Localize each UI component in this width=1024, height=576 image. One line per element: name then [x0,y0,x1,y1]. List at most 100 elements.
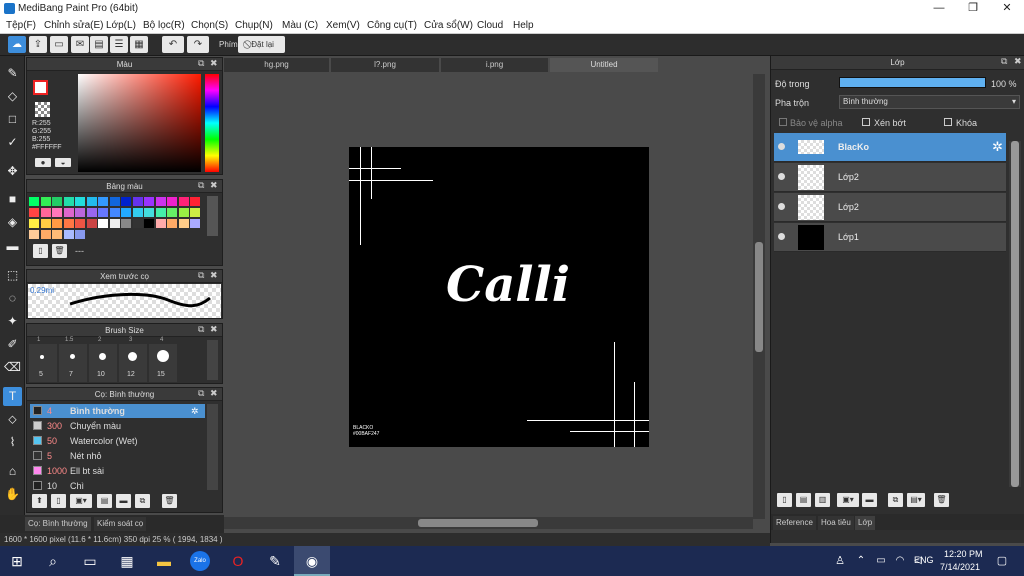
size-1[interactable]: 1 [37,337,40,343]
palette-swatch[interactable] [132,219,143,228]
layer-item[interactable]: BlacKo ✲ [774,133,1006,162]
new-brush-icon[interactable]: ▯ [51,494,66,508]
color-add-button[interactable]: ● [35,158,51,167]
palette-swatch[interactable] [167,197,177,206]
palette-swatch[interactable] [52,197,62,206]
layer-item[interactable]: Lớp2 [774,193,1006,222]
palette-swatch[interactable] [121,208,131,217]
menu-color[interactable]: Màu (C) [282,20,318,31]
palette-swatch[interactable] [40,197,51,206]
popout-icon[interactable]: ⧉ [198,388,204,399]
palette-swatch[interactable] [178,197,189,206]
vertical-scroll-thumb[interactable] [755,242,763,352]
tab-layer[interactable]: Lớp [855,516,876,530]
gradient-tool-icon[interactable]: ▬ [3,237,22,256]
popout-icon[interactable]: ⧉ [1001,56,1007,67]
palette-swatch[interactable] [52,208,62,217]
palette-scrollbar[interactable] [207,196,218,236]
size-3[interactable]: 3 [129,337,132,343]
move-tool-icon[interactable]: ✥ [3,162,22,181]
share-icon[interactable]: ⇪ [29,36,47,53]
gear-icon[interactable]: ✲ [992,139,1003,155]
zalo-icon[interactable]: Zalo [190,551,210,571]
reset-button[interactable]: ⃠ Đặt lại [238,36,285,53]
cloud-icon[interactable]: ☁ [8,36,26,53]
tab-l-png[interactable]: l?.png [331,58,439,72]
duplicate-layer-icon[interactable]: ⧉ [888,493,903,507]
size-2[interactable]: 2 [98,337,101,343]
pen-tool-icon[interactable]: ✓ [3,133,22,152]
maximize-button[interactable]: ❐ [956,0,990,17]
palette-swatch[interactable] [75,230,85,239]
palette-swatch[interactable] [98,219,108,228]
size-1-5[interactable]: 1.5 [65,337,73,343]
layer-item[interactable]: Lớp2 [774,163,1006,192]
language-indicator[interactable]: ENG [914,555,934,565]
palette-swatch[interactable] [121,219,131,228]
size-10-button[interactable]: 10 [89,344,117,382]
tab-untitled[interactable]: Untitled [550,58,658,72]
close-panel-icon[interactable]: ✖ [210,324,218,335]
notification-icon[interactable]: ▢ [991,551,1013,571]
close-panel-icon[interactable]: ✖ [210,388,218,399]
eraser-tool-icon[interactable]: ◇ [3,87,22,106]
brush-item[interactable]: 10 Chì [30,479,205,490]
close-panel-icon[interactable]: ✖ [210,180,218,191]
search-icon[interactable]: ⌕ [42,551,64,571]
palette-swatch[interactable] [40,208,51,217]
brush-list-scrollbar[interactable] [207,404,218,490]
palette-swatch[interactable] [155,197,166,206]
palette-swatch[interactable] [86,219,97,228]
eye-icon[interactable] [778,143,785,150]
tab-brush-control[interactable]: Kiểm soát cọ [94,517,147,531]
clipping-checkbox[interactable] [862,118,870,126]
palette-swatch[interactable] [155,208,166,217]
comment-icon[interactable]: ▭ [50,36,68,53]
undo-icon[interactable]: ↶ [162,36,184,53]
popout-icon[interactable]: ⧉ [198,324,204,335]
drawing-canvas[interactable]: Calli BLACKO #00BAF247 [349,147,649,447]
palette-swatch[interactable] [63,230,74,239]
tab-i-png[interactable]: i.png [441,58,548,72]
fill-rect-tool-icon[interactable]: ■ [3,190,22,209]
paint-app-icon[interactable]: ✎ [264,551,286,571]
brush-tool-icon[interactable]: ✎ [3,64,22,83]
size-12-button[interactable]: 12 [119,344,147,382]
task-view-icon[interactable]: ▭ [79,551,101,571]
brush-props-icon[interactable]: ▤ [97,494,112,508]
clock-date[interactable]: 7/14/2021 [940,562,980,572]
popout-icon[interactable]: ⧉ [198,270,204,281]
layer-folder-icon[interactable]: ▬ [862,493,877,507]
menu-select[interactable]: Chọn(S) [191,20,228,31]
minimize-button[interactable]: — [922,0,956,17]
magic-wand-icon[interactable]: ✦ [3,312,22,331]
brush-size-scrollbar[interactable] [207,340,218,380]
close-panel-icon[interactable]: ✖ [210,58,218,69]
brush-item[interactable]: 50 Watercolor (Wet) [30,434,205,448]
menu-window[interactable]: Cửa sổ(W) [424,20,473,31]
menu-edit[interactable]: Chỉnh sửa(E) [44,20,104,31]
horizontal-scrollbar[interactable] [224,517,753,529]
palette-swatch[interactable] [29,219,39,228]
dropper-tool-icon[interactable]: ⌇ [3,433,22,452]
rectangle-tool-icon[interactable]: □ [3,110,22,129]
menu-view[interactable]: Xem(V) [326,20,360,31]
palette-swatch[interactable] [190,219,200,228]
people-icon[interactable]: ♙ [829,551,851,571]
palette-swatch[interactable] [132,208,143,217]
menu-tools[interactable]: Công cụ(T) [367,20,417,31]
palette-swatch[interactable] [155,219,166,228]
palette-swatch[interactable] [190,208,200,217]
palette-swatch[interactable] [144,197,154,206]
brush-item[interactable]: 300 Chuyển màu [30,419,205,433]
hue-slider[interactable] [205,74,219,172]
palette-swatch[interactable] [86,197,97,206]
store-icon[interactable]: ▦ [116,551,138,571]
menu-filter[interactable]: Bộ lọc(R) [143,20,185,31]
palette-swatch[interactable] [178,208,189,217]
chevron-up-icon[interactable]: ⌃ [850,551,872,571]
message-icon[interactable]: ✉ [71,36,89,53]
menu-layer[interactable]: Lớp(L) [106,20,136,31]
color-field[interactable] [78,74,201,172]
palette-swatch[interactable] [75,208,85,217]
